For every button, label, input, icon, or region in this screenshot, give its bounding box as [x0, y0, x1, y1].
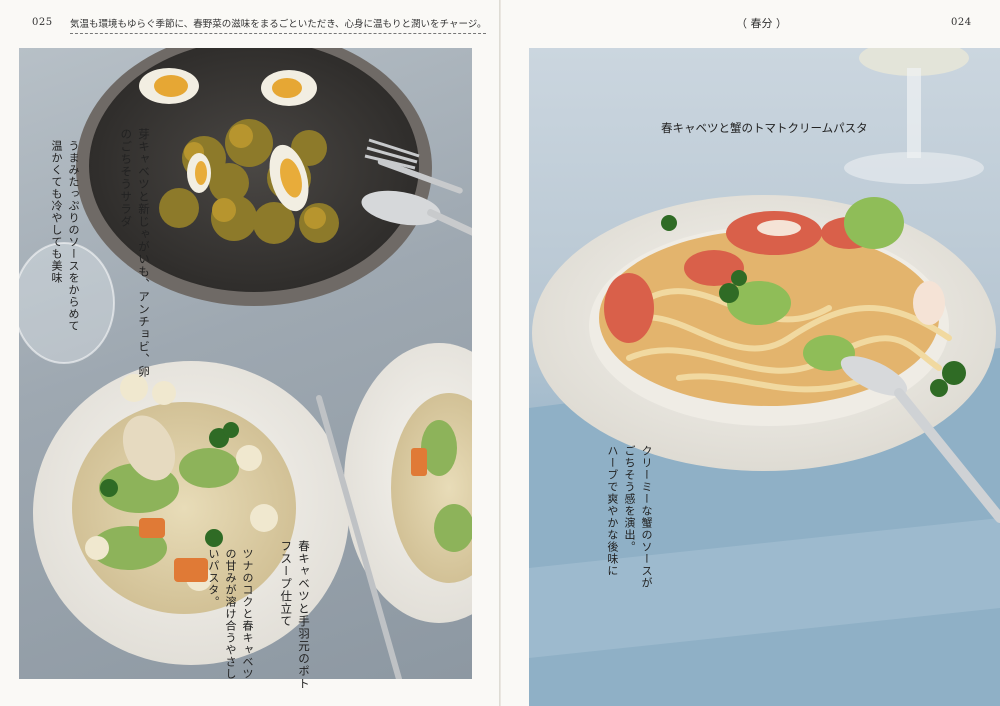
recipe-crab-pasta-caption: クリーミーな蟹のソースが ごちそう感を演出。 ハーブで爽やかな後味に [589, 445, 655, 595]
recipe-salad-title: 芽キャベツと新じゃがいも、アンチョビ、卵のごちそうサラダ [119, 128, 151, 378]
food-photo-right [529, 48, 1000, 706]
left-page: 025 気温も環境もゆらぐ季節に、春野菜の滋味をまるごといただき、心身に温もりと… [0, 0, 499, 706]
caption-line: ごちそう感を演出。 [622, 445, 636, 553]
section-label: （ 春分 ） [736, 17, 787, 30]
recipe-crab-pasta-title: 春キャベツと蟹のトマトクリームパスタ [661, 121, 868, 135]
caption-line: ハーブで爽やかな後味に [605, 445, 619, 577]
recipe-soup-title: 春キャベツと手羽元のポトフスープ仕立て [279, 540, 311, 690]
caption-line: クリーミーな蟹のソースが [640, 445, 653, 589]
right-page: （ 春分 ） 024 春キャベツと蟹のトマトクリームパスタ クリーミーな蟹のソー… [501, 0, 1000, 706]
page-header-text: 気温も環境もゆらぐ季節に、春野菜の滋味をまるごといただき、心身に温もりと潤いをチ… [70, 16, 487, 34]
recipe-soup-caption: ツナのコクと春キャベツの甘みが溶け合うやさしいパスタ。 [206, 548, 254, 680]
recipe-salad-caption: うまみたっぷりのソースをからめて温かくても冷やしても美味 [49, 140, 80, 332]
page-number: 024 [951, 17, 972, 28]
food-photo-illustration [529, 48, 1000, 706]
page-number: 025 [32, 17, 53, 28]
